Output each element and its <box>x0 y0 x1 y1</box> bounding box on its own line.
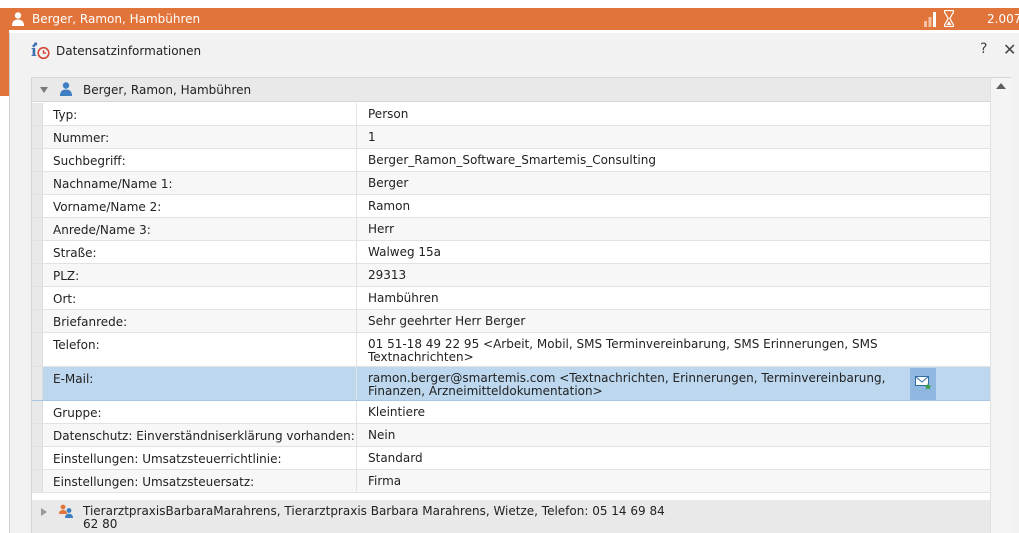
field-label: Vorname/Name 2: <box>42 195 357 217</box>
table-row[interactable]: Einstellungen: Umsatzsteuerrichtlinie: S… <box>32 447 990 470</box>
table-row[interactable]: Datenschutz: Einverständniserklärung vor… <box>32 424 990 447</box>
table-row[interactable]: Ort: Hambühren <box>32 287 990 310</box>
field-value: Berger_Ramon_Software_Smartemis_Consulti… <box>368 153 656 167</box>
field-label: Straße: <box>42 241 357 263</box>
signal-bars-icon[interactable] <box>924 11 936 27</box>
vertical-scrollbar[interactable] <box>990 78 1011 533</box>
field-value: ramon.berger@smartemis.com <Textnachrich… <box>368 371 886 398</box>
field-value: Hambühren <box>368 291 439 305</box>
table-row[interactable]: Telefon: 01 51-18 49 22 95 <Arbeit, Mobi… <box>32 333 990 367</box>
field-value: 01 51-18 49 22 95 <Arbeit, Mobil, SMS Te… <box>368 337 878 364</box>
table-row[interactable]: Einstellungen: Umsatzsteuersatz: Firma <box>32 470 990 493</box>
window-title: Berger, Ramon, Hambühren <box>32 12 201 26</box>
table-row[interactable]: Anrede/Name 3: Herr <box>32 218 990 241</box>
table-row[interactable]: Nachname/Name 1: Berger <box>32 172 990 195</box>
field-label: Gruppe: <box>42 401 357 423</box>
field-value: Berger <box>368 176 409 190</box>
field-label: Nummer: <box>42 126 357 148</box>
record-details-grid: Berger, Ramon, Hambühren Typ: Person Num… <box>31 77 1011 533</box>
field-label: Ort: <box>42 287 357 309</box>
field-value: 1 <box>368 130 376 144</box>
field-value: Herr <box>368 222 395 236</box>
table-row[interactable]: Gruppe: Kleintiere <box>32 401 990 424</box>
field-label: Einstellungen: Umsatzsteuerrichtlinie: <box>42 447 357 469</box>
version-label: 2.007 <box>987 12 1019 26</box>
table-row[interactable]: Nummer: 1 <box>32 126 990 149</box>
person-icon <box>60 82 72 96</box>
field-label: Einstellungen: Umsatzsteuersatz: <box>42 470 357 492</box>
field-rows: Typ: Person Nummer: 1 Suchbegriff: Berge… <box>32 103 990 493</box>
table-row[interactable]: Briefanrede: Sehr geehrter Herr Berger <box>32 310 990 333</box>
mail-star-icon[interactable] <box>915 376 932 390</box>
table-row[interactable]: Straße: Walweg 15a <box>32 241 990 264</box>
related-group-header[interactable]: TierarztpraxisBarbaraMarahrens, Tierarzt… <box>32 500 990 533</box>
side-accent-strip <box>0 30 9 96</box>
expand-arrow-icon[interactable] <box>40 508 48 516</box>
field-value: Sehr geehrter Herr Berger <box>368 314 526 328</box>
record-group-label: Berger, Ramon, Hambühren <box>83 83 252 97</box>
table-row[interactable]: Suchbegriff: Berger_Ramon_Software_Smart… <box>32 149 990 172</box>
field-value: Firma <box>368 474 402 488</box>
scroll-up-arrow-icon[interactable] <box>996 82 1006 90</box>
record-group-header[interactable]: Berger, Ramon, Hambühren <box>32 78 990 102</box>
field-value: 29313 <box>368 268 407 282</box>
people-icon <box>59 504 73 518</box>
help-button[interactable]: ? <box>980 41 987 57</box>
table-row[interactable]: Typ: Person <box>32 103 990 126</box>
field-label: Anrede/Name 3: <box>42 218 357 240</box>
field-label: Typ: <box>42 103 357 125</box>
field-label: Suchbegriff: <box>42 149 357 171</box>
table-row[interactable]: PLZ: 29313 <box>32 264 990 287</box>
person-icon <box>12 12 24 26</box>
field-value: Ramon <box>368 199 411 213</box>
dialog-header: i Datensatzinformationen ? ✕ <box>10 33 1019 65</box>
field-value: Kleintiere <box>368 405 425 419</box>
info-clock-icon: i <box>31 42 50 60</box>
field-value: Walweg 15a <box>368 245 442 259</box>
field-label: Briefanrede: <box>42 310 357 332</box>
table-row-selected[interactable]: E-Mail: ramon.berger@smartemis.com <Text… <box>32 367 990 401</box>
hourglass-icon[interactable] <box>944 10 954 27</box>
field-label: Telefon: <box>42 333 357 366</box>
send-mail-button[interactable] <box>910 368 936 400</box>
field-label: E-Mail: <box>42 367 357 400</box>
collapse-arrow-icon[interactable] <box>40 86 48 94</box>
close-button[interactable]: ✕ <box>1003 40 1016 59</box>
record-info-dialog: i Datensatzinformationen ? ✕ Berger, Ram… <box>9 33 1019 533</box>
field-value: Nein <box>368 428 396 442</box>
field-value: Standard <box>368 451 423 465</box>
field-label: Nachname/Name 1: <box>42 172 357 194</box>
related-group-label: TierarztpraxisBarbaraMarahrens, Tierarzt… <box>83 504 665 531</box>
app-title-bar: Berger, Ramon, Hambühren 2.007 <box>0 0 1019 33</box>
field-value: Person <box>368 107 409 121</box>
field-label: Datenschutz: Einverständniserklärung vor… <box>42 424 357 446</box>
table-row[interactable]: Vorname/Name 2: Ramon <box>32 195 990 218</box>
dialog-title: Datensatzinformationen <box>56 44 202 58</box>
field-label: PLZ: <box>42 264 357 286</box>
